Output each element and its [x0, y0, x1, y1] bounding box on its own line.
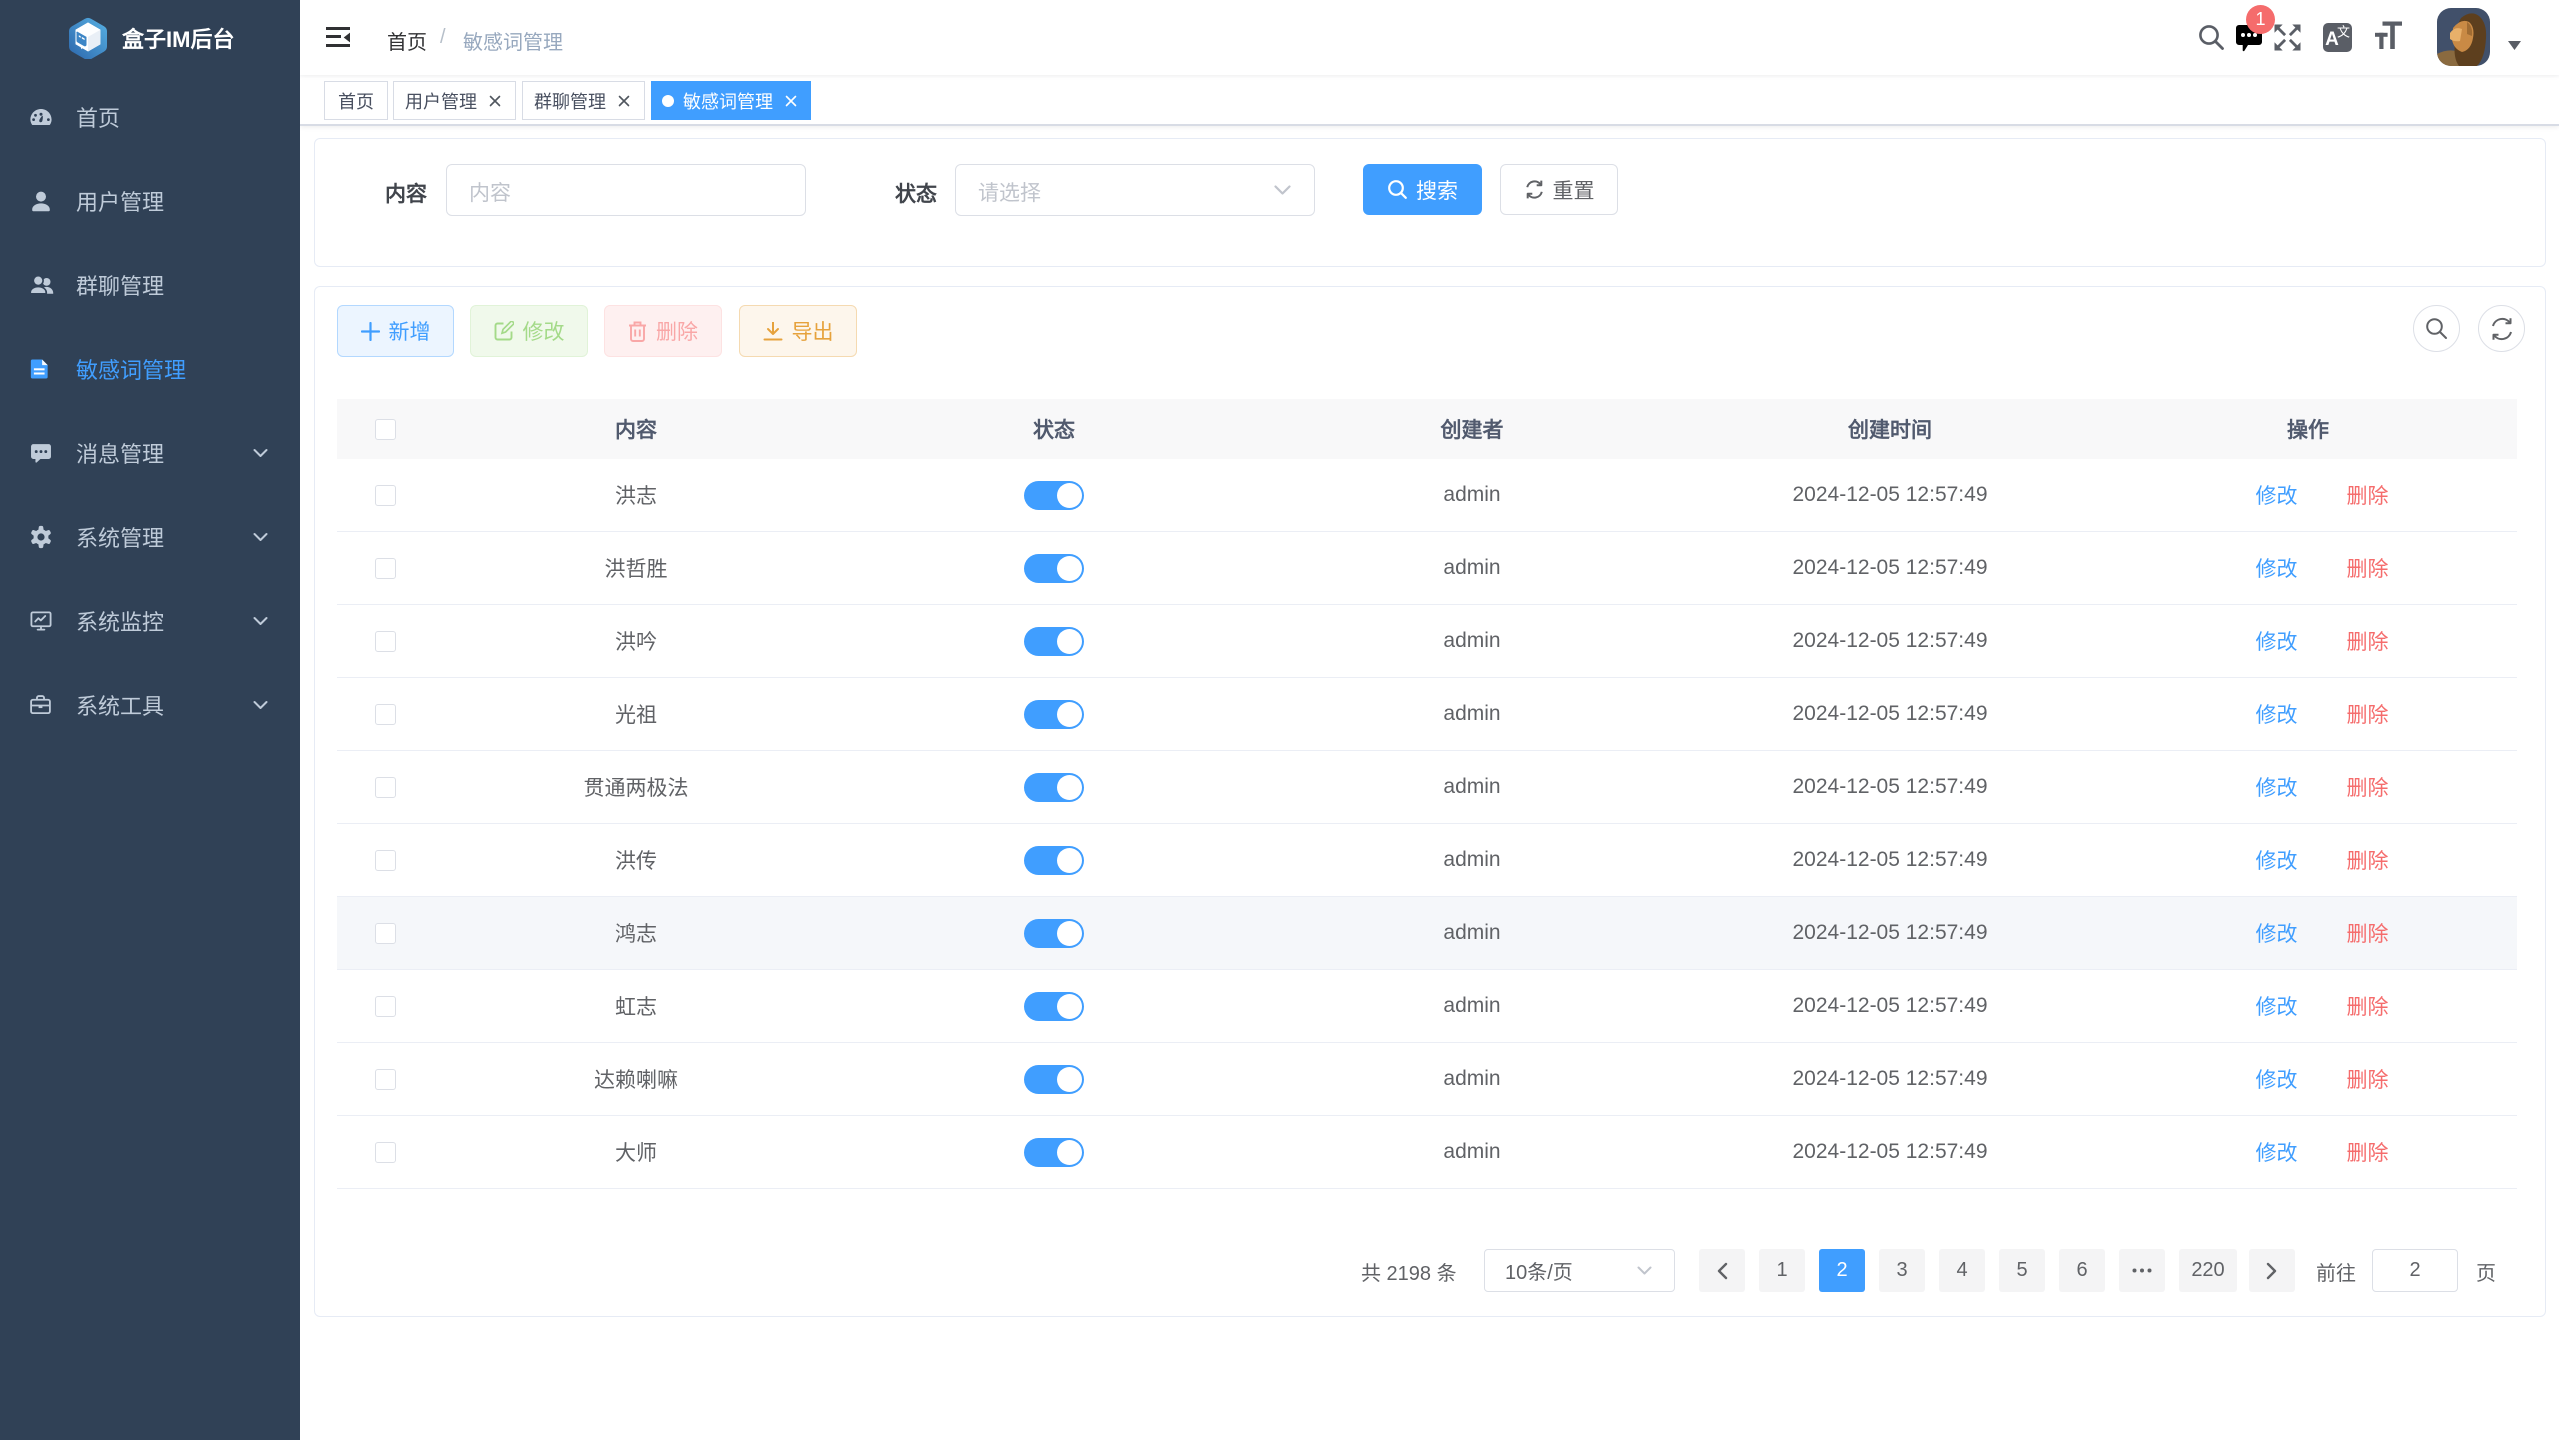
svg-text:文: 文 [2337, 25, 2350, 40]
